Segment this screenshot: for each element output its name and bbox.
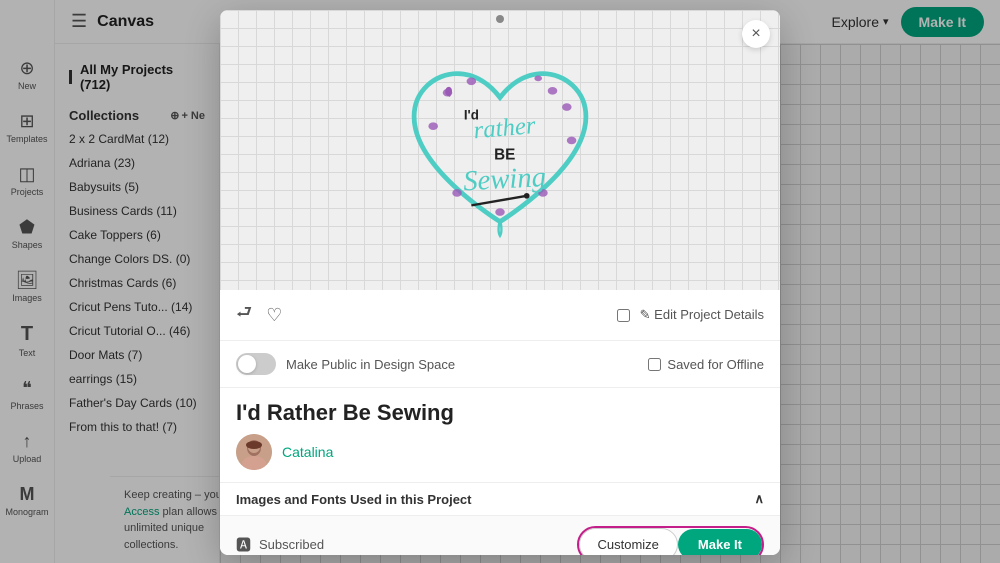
svg-text:rather: rather [472,112,536,144]
subscribed-label: Subscribed [259,537,324,552]
author-name[interactable]: Catalina [282,444,333,460]
modal-grid-bg: I'd rather BE Sewing [220,10,780,290]
modal-close-button[interactable]: × [742,20,770,48]
images-fonts-label: Images and Fonts Used in this Project [236,492,472,507]
collapse-icon: ∧ [754,491,764,507]
modal-settings: Make Public in Design Space Saved for Of… [220,341,780,388]
action-buttons-border: Customize Make It [577,526,765,555]
footer-left: 🅰 Subscribed [236,534,324,555]
customize-button[interactable]: Customize [579,528,678,555]
modal-overlay: I'd rather BE Sewing × [0,0,1000,563]
modal-make-it-button[interactable]: Make It [678,529,762,555]
offline-label: Saved for Offline [667,357,764,372]
share-icon[interactable]: ⮐ [236,300,252,330]
edit-project-button[interactable]: ✎ Edit Project Details [640,307,764,323]
modal-action-left: ⮐ ♡ [236,300,282,330]
modal-title: I'd Rather Be Sewing [220,388,780,430]
avatar-image [236,434,272,470]
author-avatar [236,434,272,470]
svg-text:BE: BE [494,147,515,164]
modal-dialog: I'd rather BE Sewing × [220,10,780,555]
images-fonts-section[interactable]: Images and Fonts Used in this Project ∧ [220,482,780,515]
offline-checkbox[interactable] [648,358,661,371]
modal-author: Catalina [220,430,780,482]
modal-action-right: ✎ Edit Project Details [617,307,764,323]
checkbox-label[interactable] [617,309,630,322]
offline-check[interactable]: Saved for Offline [648,357,764,372]
select-checkbox[interactable] [617,309,630,322]
modal-footer: 🅰 Subscribed Customize Make It [220,515,780,555]
modal-image-area: I'd rather BE Sewing × [220,10,780,290]
footer-right: Customize Make It [577,526,765,555]
svg-text:Sewing: Sewing [462,161,546,197]
public-toggle[interactable] [236,353,276,375]
toggle-knob [238,355,256,373]
toggle-row: Make Public in Design Space [236,353,455,375]
heart-illustration: I'd rather BE Sewing [395,40,605,260]
modal-actions: ⮐ ♡ ✎ Edit Project Details [220,290,780,341]
subscribed-icon: 🅰 [236,534,251,555]
toggle-label: Make Public in Design Space [286,357,455,372]
heart-icon[interactable]: ♡ [266,305,282,326]
modal-pin [496,15,504,23]
